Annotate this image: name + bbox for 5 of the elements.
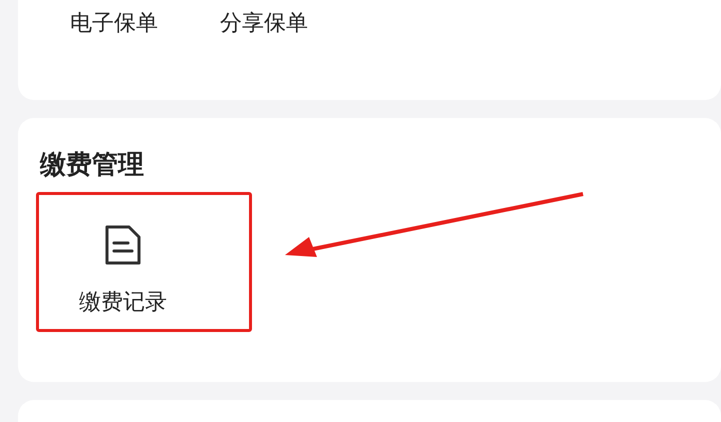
menu-item[interactable]: 电子保单	[70, 8, 158, 38]
menu-item[interactable]: 分享保单	[220, 8, 308, 38]
section-title: 缴费管理	[38, 149, 145, 182]
menu-item[interactable]: 缴费记录	[50, 209, 196, 317]
document-icon	[103, 223, 143, 267]
